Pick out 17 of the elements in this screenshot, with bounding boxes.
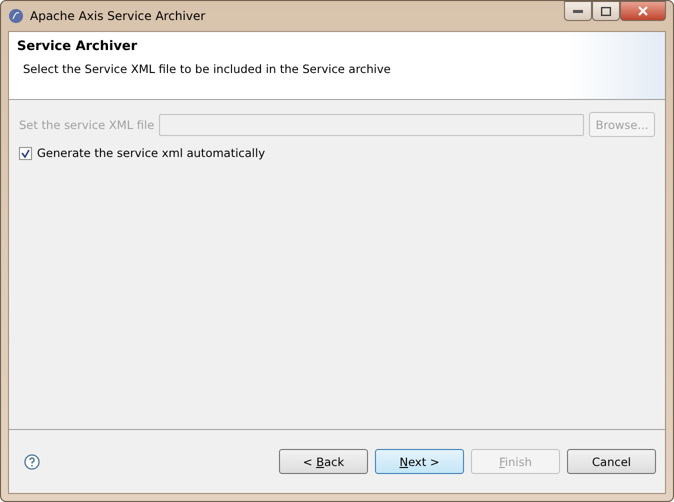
minimize-icon: [573, 10, 583, 12]
close-icon: [638, 6, 648, 16]
checkbox-label: Generate the service xml automatically: [37, 146, 266, 160]
page-title: Service Archiver: [17, 39, 138, 54]
checkbox[interactable]: [19, 146, 32, 160]
maximize-icon: [601, 6, 611, 16]
minimize-button[interactable]: [564, 1, 592, 21]
wizard-button[interactable]: Next >: [375, 449, 464, 474]
wizard-button[interactable]: < Back: [279, 449, 368, 474]
page-description: Select the Service XML file to be included in the Service archive: [23, 62, 392, 76]
maximize-button[interactable]: [592, 1, 620, 21]
window-title: Apache Axis Service Archiver: [30, 9, 206, 23]
help-icon[interactable]: [24, 454, 40, 470]
field-label: Set the service XML file: [19, 118, 154, 132]
wizard-button[interactable]: Cancel: [567, 449, 656, 474]
app-icon: [8, 8, 24, 24]
close-button[interactable]: [620, 1, 666, 21]
